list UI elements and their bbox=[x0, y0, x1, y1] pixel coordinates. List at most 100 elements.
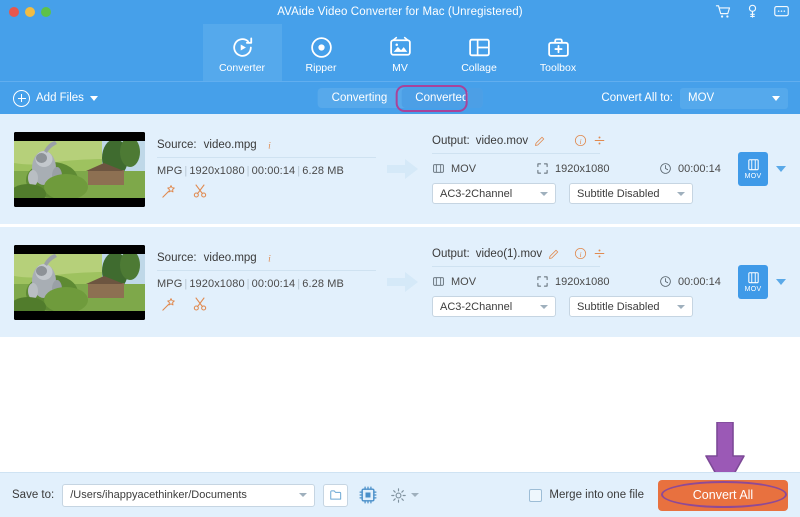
merge-into-one-file-checkbox[interactable]: Merge into one file bbox=[529, 488, 644, 502]
tab-converting[interactable]: Converting bbox=[318, 88, 402, 108]
feedback-icon[interactable] bbox=[773, 3, 790, 20]
magic-wand-edit-icon[interactable] bbox=[161, 297, 176, 312]
nav-tab-ripper[interactable]: Ripper bbox=[282, 24, 361, 81]
conversion-arrow-icon bbox=[382, 158, 424, 180]
convert-all-button[interactable]: Convert All bbox=[658, 479, 788, 511]
app-title: AVAide Video Converter for Mac (Unregist… bbox=[277, 6, 523, 18]
format-badge-button[interactable]: MOV bbox=[738, 152, 768, 186]
split-icon[interactable] bbox=[593, 134, 606, 147]
format-badge-label: MOV bbox=[744, 173, 762, 180]
close-button[interactable] bbox=[9, 7, 19, 17]
info-icon[interactable]: i bbox=[574, 134, 587, 147]
chevron-down-icon[interactable] bbox=[299, 493, 308, 497]
nav-tab-label: Toolbox bbox=[539, 61, 577, 74]
info-icon[interactable]: i bbox=[264, 140, 275, 151]
preferences-button[interactable] bbox=[390, 487, 420, 504]
audio-track-value: AC3-2Channel bbox=[440, 300, 513, 313]
chevron-down-icon[interactable] bbox=[776, 279, 786, 285]
audio-track-select[interactable]: AC3-2Channel bbox=[432, 296, 556, 317]
gear-settings-icon bbox=[391, 487, 406, 503]
info-icon[interactable]: i bbox=[574, 247, 587, 260]
zoom-button[interactable] bbox=[41, 7, 51, 17]
chevron-down-icon bbox=[540, 304, 548, 309]
audio-track-select[interactable]: AC3-2Channel bbox=[432, 183, 556, 204]
video-thumbnail[interactable] bbox=[14, 244, 145, 320]
film-icon bbox=[747, 272, 759, 284]
output-format: MOV bbox=[451, 162, 477, 175]
video-thumbnail[interactable] bbox=[14, 131, 145, 207]
split-icon[interactable] bbox=[593, 247, 606, 260]
key-icon[interactable] bbox=[744, 3, 761, 20]
source-meta: MPG | 1920x1080 | 00:00:14 | 6.28 MB bbox=[157, 165, 344, 177]
cart-icon[interactable] bbox=[715, 3, 732, 20]
gpu-acceleration-button[interactable] bbox=[358, 485, 378, 505]
magic-wand-edit-icon[interactable] bbox=[161, 184, 176, 199]
convert-all-to-select[interactable]: MOV bbox=[680, 87, 788, 109]
resize-icon bbox=[537, 276, 548, 287]
output-label: Output: bbox=[432, 134, 470, 147]
nav-tab-collage[interactable]: Collage bbox=[440, 24, 519, 81]
source-duration: 00:00:14 bbox=[251, 165, 296, 177]
add-files-button[interactable]: Add Files bbox=[13, 89, 98, 107]
source-filename: video.mpg bbox=[203, 252, 257, 264]
convert-all-to-group: Convert All to: MOV bbox=[601, 87, 788, 109]
merge-label: Merge into one file bbox=[549, 489, 644, 501]
subtitle-track-value: Subtitle Disabled bbox=[577, 187, 660, 200]
ripper-icon bbox=[309, 35, 334, 61]
minimize-button[interactable] bbox=[25, 7, 35, 17]
output-track-selectors: AC3-2Channel Subtitle Disabled bbox=[432, 183, 728, 204]
chevron-down-icon bbox=[677, 304, 685, 309]
status-tab-group: Converting Converted bbox=[317, 85, 483, 112]
film-icon bbox=[433, 164, 444, 173]
nav-tab-toolbox[interactable]: Toolbox bbox=[519, 24, 598, 81]
pencil-rename-icon[interactable] bbox=[548, 248, 560, 260]
output-meta: MOV 1920x1080 00:00:14 bbox=[432, 267, 728, 288]
output-duration-group: 00:00:14 bbox=[659, 162, 721, 175]
tab-converted[interactable]: Converted bbox=[401, 88, 483, 108]
info-icon[interactable]: i bbox=[264, 253, 275, 264]
source-filename: video.mpg bbox=[203, 139, 257, 151]
chevron-down-icon[interactable] bbox=[776, 166, 786, 172]
chevron-down-icon bbox=[677, 191, 685, 196]
source-label: Source: bbox=[157, 139, 197, 151]
output-duration: 00:00:14 bbox=[678, 275, 721, 288]
output-label: Output: bbox=[432, 247, 470, 260]
scissors-trim-icon[interactable] bbox=[192, 183, 208, 199]
subtitle-track-select[interactable]: Subtitle Disabled bbox=[569, 183, 693, 204]
output-duration-group: 00:00:14 bbox=[659, 275, 721, 288]
source-header: Source: video.mpg i bbox=[157, 252, 382, 270]
empty-drop-area[interactable] bbox=[0, 340, 800, 481]
source-resolution: 1920x1080 bbox=[189, 278, 245, 290]
subtitle-track-select[interactable]: Subtitle Disabled bbox=[569, 296, 693, 317]
save-path-input[interactable]: /Users/ihappyacethinker/Documents bbox=[62, 483, 316, 507]
output-meta: MOV 1920x1080 00:00:14 bbox=[432, 154, 728, 175]
source-header: Source: video.mpg i bbox=[157, 139, 382, 157]
folder-open-icon bbox=[329, 490, 341, 500]
browse-folder-button[interactable] bbox=[323, 483, 349, 507]
main-nav: Converter Ripper MV Collage Toolbox bbox=[0, 24, 800, 81]
nav-tab-label: Collage bbox=[461, 61, 497, 74]
source-meta: MPG | 1920x1080 | 00:00:14 | 6.28 MB bbox=[157, 278, 344, 290]
nav-tab-mv[interactable]: MV bbox=[361, 24, 440, 81]
source-resolution: 1920x1080 bbox=[189, 165, 245, 177]
convert-all-to-label: Convert All to: bbox=[601, 92, 673, 104]
source-label: Source: bbox=[157, 252, 197, 264]
pencil-rename-icon[interactable] bbox=[534, 135, 546, 147]
source-size: 6.28 MB bbox=[302, 278, 344, 290]
chevron-down-icon[interactable] bbox=[89, 95, 98, 101]
window-controls bbox=[9, 7, 51, 17]
file-row: Source: video.mpg i MPG | 1920x1080 | 00:00:… bbox=[0, 114, 800, 327]
output-resolution: 1920x1080 bbox=[555, 275, 610, 288]
output-track-selectors: AC3-2Channel Subtitle Disabled bbox=[432, 296, 728, 317]
output-format-picker: MOV bbox=[728, 265, 786, 299]
conversion-arrow-icon bbox=[382, 271, 424, 293]
format-badge-button[interactable]: MOV bbox=[738, 265, 768, 299]
source-format: MPG bbox=[157, 165, 183, 177]
add-files-label: Add Files bbox=[36, 92, 84, 104]
source-size: 6.28 MB bbox=[302, 165, 344, 177]
source-duration: 00:00:14 bbox=[251, 278, 296, 290]
nav-tab-converter[interactable]: Converter bbox=[202, 24, 282, 81]
scissors-trim-icon[interactable] bbox=[192, 296, 208, 312]
output-format-picker: MOV bbox=[728, 152, 786, 186]
clock-icon bbox=[660, 276, 671, 287]
